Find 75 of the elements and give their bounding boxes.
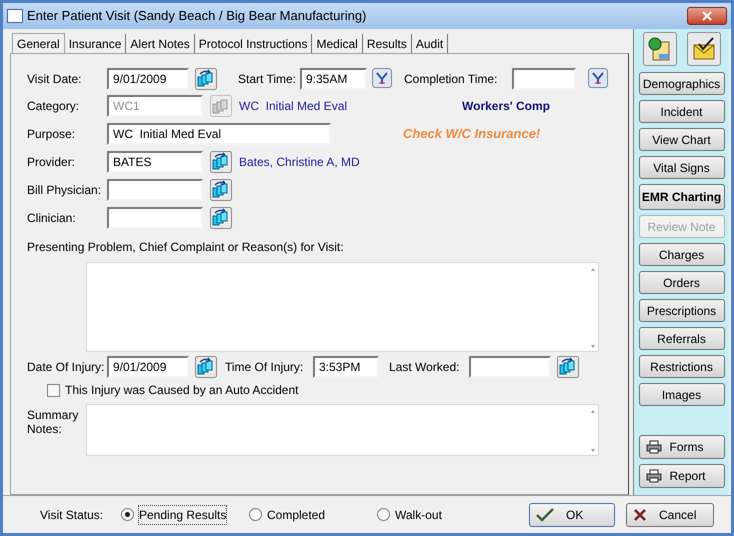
side-button[interactable]: Referrals (638, 327, 724, 350)
field-label: Clinician: (27, 210, 77, 227)
tab[interactable]: Audit (412, 34, 448, 53)
ok-button[interactable]: OK (529, 502, 615, 526)
radio-option[interactable]: Completed (249, 506, 377, 524)
side-button[interactable]: Orders (638, 271, 724, 294)
field-label: Last Worked: (389, 359, 460, 376)
tab[interactable]: Protocol Instructions (194, 34, 312, 53)
lookup-icon[interactable] (210, 151, 232, 173)
input-field[interactable] (469, 356, 551, 378)
radio-option[interactable]: Pending Results (121, 506, 249, 524)
side-button[interactable]: Demographics (638, 72, 724, 95)
cancel-button[interactable]: Cancel (626, 502, 714, 526)
printer-icon (646, 440, 662, 454)
side-button[interactable]: Images (638, 383, 724, 406)
field-label: Presenting Problem, Chief Complaint or Reason(s) for Visit: (27, 239, 344, 256)
lookup-icon[interactable] (210, 207, 232, 229)
field-label: Time Of Injury: (225, 359, 304, 376)
calendar-icon[interactable] (195, 356, 217, 378)
close-button[interactable] (687, 7, 727, 25)
field-label: Date Of Injury: (27, 359, 106, 376)
insurance-type: Workers' Comp (462, 98, 550, 115)
field-label: Purpose: (27, 126, 76, 143)
tab[interactable]: Insurance (64, 34, 126, 53)
side-button[interactable]: EMR Charting (638, 184, 724, 210)
checkmark-icon (536, 508, 554, 522)
field-label: Start Time: (238, 71, 298, 88)
window-title: Enter Patient Visit (Sandy Beach / Big Bear Manufacturing) (27, 7, 368, 26)
checkbox[interactable] (47, 384, 60, 396)
field-label: Summary Notes: (27, 407, 80, 436)
side-button[interactable]: Vital Signs (638, 156, 724, 179)
calendar-icon[interactable] (557, 356, 579, 378)
tab[interactable]: Alert Notes (126, 34, 195, 53)
checkbox-label: This Injury was Caused by an Auto Accident (65, 382, 298, 399)
input-field[interactable] (512, 68, 576, 90)
field-label: Completion Time: (404, 71, 498, 88)
side-button[interactable]: View Chart (638, 128, 724, 151)
radio-button[interactable] (121, 508, 134, 521)
input-field[interactable] (107, 179, 203, 201)
side-button[interactable]: Charges (638, 243, 724, 266)
notes-icon[interactable] (642, 32, 676, 66)
radio-button[interactable] (249, 508, 262, 521)
field-label: Visit Status: (40, 506, 104, 524)
input-field[interactable]: BATES (107, 151, 203, 173)
input-field[interactable]: 9:35AM (300, 68, 367, 90)
radio-option[interactable]: Walk-out (377, 506, 505, 524)
print-button[interactable]: Forms (638, 435, 724, 459)
tab[interactable]: Results (362, 34, 412, 53)
input-field[interactable]: 9/01/2009 (107, 68, 189, 90)
field-label: Category: (27, 98, 80, 115)
print-button[interactable]: Report (638, 464, 724, 488)
printer-icon (646, 469, 662, 483)
field-label: Bill Physician: (27, 182, 102, 199)
tab[interactable]: General (12, 33, 65, 53)
side-button[interactable]: Prescriptions (638, 299, 724, 322)
side-button[interactable]: Incident (638, 100, 724, 123)
close-icon (701, 11, 713, 21)
category-description: WC Initial Med Eval (239, 98, 348, 115)
input-field[interactable]: 3:53PM (313, 356, 379, 378)
lookup-icon[interactable] (210, 179, 232, 201)
radio-button[interactable] (377, 508, 390, 521)
field-label: Provider: (27, 154, 76, 171)
input-field[interactable] (107, 207, 203, 229)
tab[interactable]: Medical (312, 34, 363, 53)
provider-description: Bates, Christine A, MD (239, 154, 360, 171)
side-button[interactable]: Restrictions (638, 355, 724, 378)
field-label: Visit Date: (27, 71, 82, 88)
input-field[interactable]: 9/01/2009 (107, 356, 189, 378)
insurance-warning: Check W/C Insurance! (403, 125, 540, 144)
dropdown-icon[interactable] (372, 68, 394, 90)
calendar-icon[interactable] (195, 68, 217, 90)
dropdown-icon[interactable] (588, 68, 610, 90)
input-field[interactable]: WC Initial Med Eval (107, 123, 331, 145)
close-icon (633, 508, 647, 522)
envelope-check-icon[interactable] (686, 32, 720, 66)
